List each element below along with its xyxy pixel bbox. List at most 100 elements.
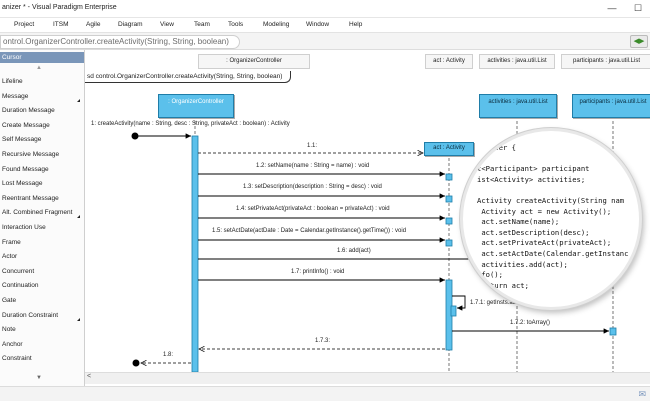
palette-item-label: Create Message xyxy=(2,121,50,129)
code-line: t<Participant> participant xyxy=(477,164,590,174)
palette-item-cursor[interactable]: Cursor xyxy=(0,52,84,63)
found-message-label[interactable]: 1: createActivity(name : String, desc : … xyxy=(91,121,290,127)
message-1-7-3-label[interactable]: 1.7.3: xyxy=(315,338,330,344)
code-line: act.setDescription(desc); xyxy=(477,227,590,237)
message-1-3-label[interactable]: 1.3: setDescription(description : String… xyxy=(243,184,382,190)
palette-scroll-up-icon[interactable]: ▲ xyxy=(36,65,42,71)
expand-group-icon[interactable] xyxy=(77,215,80,219)
palette-item-label: Self Message xyxy=(2,136,42,144)
palette-item-label: Actor xyxy=(2,253,18,261)
palette-item-label: Interaction Use xyxy=(2,224,46,231)
palette-scroll-down-icon[interactable]: ▼ xyxy=(36,375,42,381)
palette-item[interactable]: Self Message xyxy=(2,134,82,146)
code-line: return act; xyxy=(477,280,529,290)
menu-modeling[interactable]: Modeling xyxy=(263,21,289,28)
lifeline-activities[interactable]: activities : java.util.List xyxy=(479,94,557,118)
window-title: anizer * - Visual Paradigm Enterprise xyxy=(2,4,117,11)
code-snippet: troller { t<Participant> participant ist<A… xyxy=(477,143,628,307)
maximize-button[interactable]: ☐ xyxy=(630,2,646,14)
message-1-5-label[interactable]: 1.5: setActDate(actDate : Date = Calenda… xyxy=(212,228,406,234)
breadcrumb[interactable]: ontrol.OrganizerController.createActivit… xyxy=(0,35,240,49)
code-line: ist<Activity> activities; xyxy=(477,174,586,184)
palette-item[interactable]: Lifeline xyxy=(2,76,82,88)
mail-icon[interactable]: ✉ xyxy=(638,389,646,400)
menu-view[interactable]: View xyxy=(160,21,174,28)
palette-item[interactable]: Gate xyxy=(2,295,82,307)
palette-item[interactable]: Note xyxy=(2,324,82,336)
menu-diagram[interactable]: Diagram xyxy=(118,21,143,28)
palette-item-label: Duration Message xyxy=(2,107,55,115)
activation-organizer xyxy=(191,135,199,372)
palette-item-label: Found Message xyxy=(2,165,49,173)
palette-item-label: Lifeline xyxy=(2,78,23,85)
palette-item[interactable]: Recursive Message xyxy=(2,149,82,161)
palette-item[interactable]: Constraint xyxy=(2,353,82,365)
code-magnifier: troller { t<Participant> participant ist<A… xyxy=(460,128,642,310)
palette-item[interactable]: Actor xyxy=(2,251,82,263)
palette-item-label: Anchor xyxy=(2,340,23,348)
palette-item[interactable]: Create Message xyxy=(2,120,82,132)
expand-group-icon[interactable] xyxy=(77,98,80,102)
minimize-button[interactable]: — xyxy=(604,2,620,14)
palette-item[interactable]: Alt. Combined Fragment xyxy=(2,207,82,219)
menu-agile[interactable]: Agile xyxy=(86,21,100,28)
title-bar: anizer * - Visual Paradigm Enterprise — … xyxy=(0,0,650,18)
expand-group-icon[interactable] xyxy=(77,317,80,321)
lifeline-organizer-controller[interactable]: : OrganizerController xyxy=(158,94,234,118)
breadcrumb-bar: ontrol.OrganizerController.createActivit… xyxy=(0,33,650,50)
menu-bar: Project ITSM Agile Diagram View Team Too… xyxy=(0,18,650,33)
palette-item-label: Note xyxy=(2,326,16,334)
palette-item[interactable]: Interaction Use xyxy=(2,222,82,234)
palette-item[interactable]: Anchor xyxy=(2,339,82,351)
palette-item-label: Continuation xyxy=(2,282,39,290)
status-bar: ✉ xyxy=(0,386,650,401)
code-line: Activity createActivity(String nam xyxy=(477,195,625,205)
palette-item-label: Reentrant Message xyxy=(2,194,59,202)
found-message-start xyxy=(131,132,139,140)
menu-team[interactable]: Team xyxy=(194,21,210,28)
activation-act-3 xyxy=(445,217,453,225)
palette-item-label: Message xyxy=(2,92,29,100)
code-line: act.setName(name); xyxy=(477,217,560,227)
lifeline-participants[interactable]: participants : java.util.List xyxy=(572,94,650,118)
horizontal-scrollbar[interactable]: < xyxy=(85,372,650,384)
palette-item-label: Constraint xyxy=(2,355,32,363)
message-1-8-label[interactable]: 1.8: xyxy=(163,352,173,358)
message-1-6-label[interactable]: 1.6: add(act) xyxy=(337,248,371,254)
palette-item[interactable]: Duration Constraint xyxy=(2,310,82,322)
menu-help[interactable]: Help xyxy=(349,21,362,28)
lost-message-end xyxy=(132,359,140,367)
palette-item[interactable]: Lost Message xyxy=(2,178,82,190)
scroll-left-icon[interactable]: < xyxy=(87,373,91,380)
palette-item-label: Recursive Message xyxy=(2,151,60,158)
palette-item-label: Gate xyxy=(2,297,17,304)
palette-item[interactable]: Message xyxy=(2,91,82,103)
lifeline-act-activity[interactable]: act : Activity xyxy=(424,142,474,156)
palette-item[interactable]: Frame xyxy=(2,237,82,249)
menu-tools[interactable]: Tools xyxy=(228,21,243,28)
palette-item-label: Duration Constraint xyxy=(2,311,58,319)
activation-act-4 xyxy=(445,239,453,247)
palette-item[interactable]: Continuation xyxy=(2,280,82,292)
palette-item[interactable]: Found Message xyxy=(2,164,82,176)
diagram-toolbar-palette: Cursor ▲ Lifeline Message Duration Message… xyxy=(0,50,85,386)
palette-item-label: Lost Message xyxy=(2,180,43,188)
menu-window[interactable]: Window xyxy=(306,21,329,28)
activation-act-1 xyxy=(445,173,453,181)
menu-project[interactable]: Project xyxy=(14,21,34,28)
palette-item-label: Frame xyxy=(2,238,21,246)
palette-item[interactable]: Reentrant Message xyxy=(2,193,82,205)
message-1-7-2-label[interactable]: 1.7.2: toArray() xyxy=(510,320,550,326)
message-1-2-label[interactable]: 1.2: setName(name : String = name) : voi… xyxy=(256,163,369,169)
message-1-1-label[interactable]: 1.1: xyxy=(307,143,317,149)
navigation-button[interactable]: ◀▶ xyxy=(630,35,648,48)
palette-item[interactable]: Duration Message xyxy=(2,105,82,117)
message-1-4-label[interactable]: 1.4: setPrivateAct(privateAct : boolean … xyxy=(236,206,390,212)
code-line: troller { xyxy=(477,143,516,152)
message-1-7-label[interactable]: 1.7: printInfo() : void xyxy=(291,269,344,275)
menu-itsm[interactable]: ITSM xyxy=(53,21,69,28)
palette-item[interactable]: Concurrent xyxy=(2,266,82,278)
